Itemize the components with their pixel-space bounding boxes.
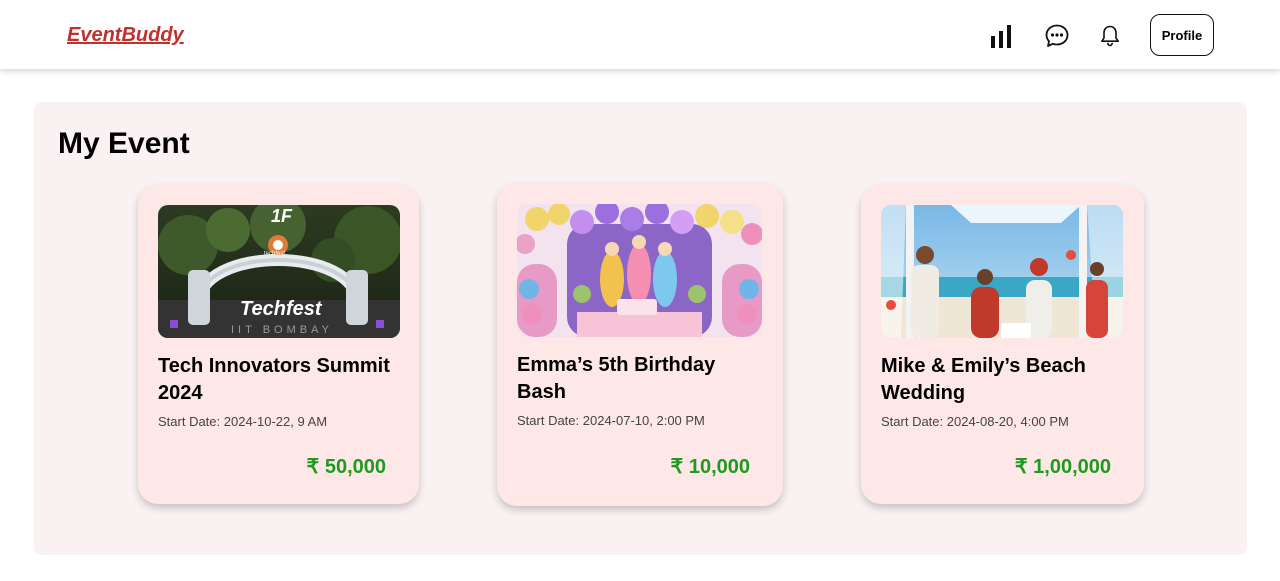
image-caption-logo: techfest xyxy=(264,251,285,257)
event-price: ₹ 1,00,000 xyxy=(1014,456,1111,478)
event-card[interactable]: 1F techfest Techfest IIT BOMBAY Tech Inn… xyxy=(138,185,419,504)
event-card[interactable]: Mike & Emily’s Beach Wedding Start Date:… xyxy=(861,185,1144,504)
event-image xyxy=(881,205,1123,338)
image-caption-sub: IIT BOMBAY xyxy=(231,324,333,336)
event-price: ₹ 50,000 xyxy=(306,456,386,478)
event-image: 1F techfest Techfest IIT BOMBAY xyxy=(158,205,400,338)
event-title: Emma’s 5th Birthday Bash xyxy=(517,354,716,403)
my-event-panel: My Event 1F techfest Techfest IIT BOMBAY… xyxy=(34,102,1247,555)
svg-text:1F: 1F xyxy=(271,206,293,226)
chat-icon[interactable] xyxy=(1041,20,1073,52)
event-price: ₹ 10,000 xyxy=(670,456,750,478)
brand-logo[interactable]: EventBuddy xyxy=(67,24,184,47)
event-start-date: Start Date: 2024-10-22, 9 AM xyxy=(158,414,328,429)
stats-icon[interactable] xyxy=(987,20,1019,52)
event-card[interactable]: Emma’s 5th Birthday Bash Start Date: 202… xyxy=(497,183,783,506)
top-navbar: EventBuddy Profile xyxy=(0,0,1280,69)
profile-button[interactable]: Profile xyxy=(1150,14,1214,56)
event-start-date: Start Date: 2024-07-10, 2:00 PM xyxy=(517,413,705,428)
event-title: Tech Innovators Summit 2024 xyxy=(158,355,390,404)
event-start-date: Start Date: 2024-08-20, 4:00 PM xyxy=(881,414,1069,429)
event-image xyxy=(517,204,762,337)
event-title: Mike & Emily’s Beach Wedding xyxy=(881,355,1086,404)
image-caption-main: Techfest xyxy=(240,298,323,320)
page-title: My Event xyxy=(58,127,190,160)
bell-icon[interactable] xyxy=(1094,20,1126,52)
